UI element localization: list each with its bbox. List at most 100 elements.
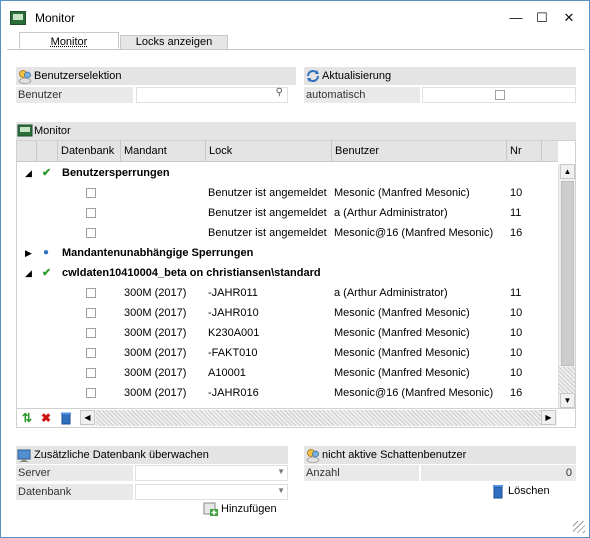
row-checkbox[interactable] [86, 228, 96, 238]
inactive-shadow-title: nicht aktive Schattenbenutzer [322, 449, 467, 461]
nr-cell: 16 [510, 227, 523, 239]
inactive-shadow-header: nicht aktive Schattenbenutzer [304, 446, 576, 464]
row-checkbox[interactable] [86, 188, 96, 198]
maximize-button[interactable]: ☐ [530, 7, 554, 29]
user-selection-header: Benutzerselektion [16, 67, 296, 85]
horizontal-scrollbar[interactable]: ◀ ▶ [80, 410, 557, 426]
col-datenbank[interactable]: Datenbank [58, 141, 121, 162]
table-row[interactable]: Benutzer ist angemeldet Mesonic (Manfred… [17, 183, 558, 203]
row-checkbox[interactable] [86, 388, 96, 398]
col-nr[interactable]: Nr [507, 141, 542, 162]
scroll-left-icon[interactable]: ◀ [80, 410, 95, 425]
refresh-header: Aktualisierung [304, 67, 576, 85]
monitor-header: Monitor [16, 122, 576, 140]
row-checkbox[interactable] [86, 308, 96, 318]
window-title: Monitor [35, 11, 76, 25]
nr-cell: 16 [510, 387, 523, 399]
chevron-down-icon[interactable]: ▼ [277, 467, 285, 476]
collapse-icon[interactable]: ◢ [25, 163, 32, 183]
row-checkbox[interactable] [86, 288, 96, 298]
search-icon[interactable]: ⚲ [276, 87, 283, 98]
row-checkbox[interactable] [86, 348, 96, 358]
additional-db-header: Zusätzliche Datenbank überwachen [16, 446, 288, 464]
group-title: Mandantenunabhängige Sperrungen [62, 247, 254, 259]
delete-button[interactable]: Löschen [490, 482, 550, 500]
table-row[interactable]: 300M (2017) -JAHR010 Mesonic (Manfred Me… [17, 303, 558, 323]
delete-x-icon[interactable]: ✖ [39, 411, 53, 425]
datenbank-dropdown[interactable]: ▼ [135, 484, 288, 500]
scroll-thumb[interactable] [561, 181, 574, 366]
group-title: cwldaten10410004_beta on christiansen\st… [62, 267, 321, 279]
lock-cell: Benutzer ist angemeldet [208, 207, 327, 219]
nr-cell: 10 [510, 327, 523, 339]
group-row-benutzersperrungen[interactable]: ◢ ✔ Benutzersperrungen [17, 163, 558, 183]
grid-header: Datenbank Mandant Lock Benutzer Nr [17, 141, 558, 162]
anzahl-value: 0 [421, 465, 576, 481]
table-row[interactable]: 300M (2017) A10001 Mesonic (Manfred Meso… [17, 363, 558, 383]
group-row-mandantenunabhaengig[interactable]: ▶ ● Mandantenunabhängige Sperrungen [17, 243, 558, 263]
automatisch-checkbox[interactable] [495, 90, 505, 100]
check-icon: ✔ [42, 167, 52, 179]
table-row[interactable]: 300M (2017) K230A001 Mesonic (Manfred Me… [17, 323, 558, 343]
lock-cell: A10001 [208, 367, 246, 379]
row-checkbox[interactable] [86, 368, 96, 378]
monitor-grid: Datenbank Mandant Lock Benutzer Nr ◢ ✔ B… [16, 140, 576, 428]
resize-grip-icon[interactable] [573, 521, 585, 533]
benutzer-cell: Mesonic@16 (Manfred Mesonic) [334, 227, 494, 239]
trash-icon[interactable] [59, 411, 73, 425]
group-row-cwldaten[interactable]: ◢ ✔ cwldaten10410004_beta on christianse… [17, 263, 558, 283]
sort-arrows-icon[interactable]: ⇅ [20, 411, 34, 425]
automatisch-label: automatisch [304, 87, 420, 103]
benutzer-cell: Mesonic (Manfred Mesonic) [334, 367, 470, 379]
lock-cell: -FAKT010 [208, 347, 258, 359]
collapse-icon[interactable]: ◢ [25, 263, 32, 283]
nr-cell: 11 [510, 207, 522, 219]
table-row[interactable]: Benutzer ist angemeldet a (Arthur Admini… [17, 203, 558, 223]
table-row[interactable]: 300M (2017) -JAHR016 Mesonic@16 (Manfred… [17, 383, 558, 403]
tab-monitor[interactable]: Monitor [19, 32, 119, 49]
group-title: Benutzersperrungen [62, 167, 170, 179]
scroll-right-icon[interactable]: ▶ [541, 410, 556, 425]
scroll-up-icon[interactable]: ▲ [560, 164, 575, 179]
chevron-down-icon[interactable]: ▼ [277, 486, 285, 495]
monitor-icon [17, 124, 33, 137]
add-button-label: Hinzufügen [221, 503, 277, 515]
col-benutzer[interactable]: Benutzer [332, 141, 507, 162]
nr-cell: 10 [510, 347, 523, 359]
vertical-scrollbar[interactable]: ▲ ▼ [558, 164, 575, 409]
col-status [37, 141, 58, 162]
grid-toolbar: ⇅ ✖ ◀ ▶ [17, 408, 575, 427]
add-button[interactable]: Hinzufügen [203, 500, 277, 518]
server-dropdown[interactable]: ▼ [135, 465, 288, 481]
col-lock[interactable]: Lock [206, 141, 332, 162]
table-row[interactable]: Benutzer ist angemeldet Mesonic@16 (Manf… [17, 223, 558, 243]
row-checkbox[interactable] [86, 208, 96, 218]
benutzer-cell: a (Arthur Administrator) [334, 287, 448, 299]
db-monitor-icon [17, 449, 31, 462]
table-row[interactable]: 300M (2017) -JAHR011 a (Arthur Administr… [17, 283, 558, 303]
col-mandant[interactable]: Mandant [121, 141, 206, 162]
mandant-cell: 300M (2017) [124, 287, 187, 299]
expand-icon[interactable]: ▶ [25, 243, 32, 263]
server-label-text: Server [18, 467, 51, 479]
nr-cell: 10 [510, 187, 523, 199]
lock-cell: -JAHR016 [208, 387, 259, 399]
scroll-down-icon[interactable]: ▼ [560, 393, 575, 408]
anzahl-label: Anzahl [304, 465, 419, 481]
mandant-cell: 300M (2017) [124, 307, 187, 319]
refresh-icon [307, 70, 319, 82]
refresh-title: Aktualisierung [322, 70, 392, 82]
user-selection-title: Benutzerselektion [34, 70, 122, 82]
users-icon [18, 70, 32, 84]
row-checkbox[interactable] [86, 328, 96, 338]
benutzer-search-input[interactable]: ⚲ [136, 87, 288, 103]
server-label: Server [16, 465, 133, 481]
nr-cell: 10 [510, 307, 523, 319]
tab-locks-anzeigen[interactable]: Locks anzeigen [120, 35, 228, 50]
benutzer-cell: Mesonic (Manfred Mesonic) [334, 327, 470, 339]
benutzer-cell: a (Arthur Administrator) [334, 207, 448, 219]
lock-cell: Benutzer ist angemeldet [208, 187, 327, 199]
minimize-button[interactable]: — [504, 7, 528, 29]
table-row[interactable]: 300M (2017) -FAKT010 Mesonic (Manfred Me… [17, 343, 558, 363]
close-button[interactable]: ✕ [557, 7, 581, 29]
